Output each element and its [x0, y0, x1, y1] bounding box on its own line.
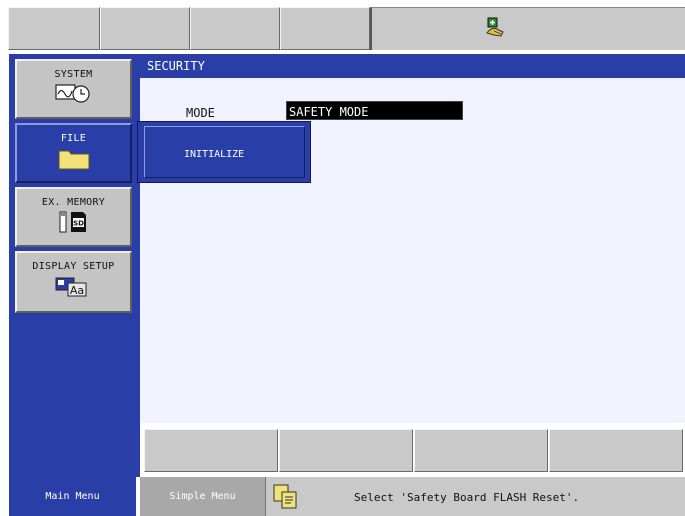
- sidebar-item-system[interactable]: SYSTEM: [15, 59, 132, 119]
- status-message: Select 'Safety Board FLASH Reset'.: [354, 491, 579, 504]
- folder-icon: [57, 147, 91, 171]
- sidebar-item-label: DISPLAY SETUP: [17, 261, 130, 272]
- top-button-2[interactable]: [100, 7, 190, 50]
- display-font-icon: Aa: [48, 274, 100, 300]
- sidebar-item-label: SYSTEM: [17, 69, 130, 80]
- sidebar-item-label: FILE: [17, 133, 130, 144]
- sd-card-icon: SD: [52, 210, 96, 234]
- system-clock-icon: [48, 82, 100, 104]
- function-key-4[interactable]: [549, 429, 683, 472]
- popup-item-initialize[interactable]: INITIALIZE: [144, 126, 305, 178]
- svg-text:Aa: Aa: [69, 284, 83, 297]
- mode-value: SAFETY MODE: [289, 105, 368, 119]
- top-button-4[interactable]: [280, 7, 370, 50]
- function-key-1[interactable]: [144, 429, 278, 472]
- content-area: SECURITY MODE SAFETY MODE: [140, 54, 685, 423]
- mode-label: MODE: [186, 106, 215, 120]
- popup-menu: INITIALIZE: [137, 121, 311, 183]
- robot-hand-icon: [484, 17, 506, 39]
- function-key-2[interactable]: [279, 429, 413, 472]
- title-bar: SECURITY: [140, 54, 685, 78]
- svg-text:SD: SD: [73, 220, 84, 228]
- copy-pages-icon: [271, 482, 301, 512]
- top-bar: [0, 0, 685, 54]
- sidebar: SYSTEM FILE EX. MEMORY SD DISPLAY SETUP: [9, 54, 140, 477]
- top-button-3[interactable]: [190, 7, 280, 50]
- sidebar-item-ex-memory[interactable]: EX. MEMORY SD: [15, 187, 132, 247]
- sidebar-item-display-setup[interactable]: DISPLAY SETUP Aa: [15, 251, 132, 313]
- simple-menu-button[interactable]: Simple Menu: [140, 477, 265, 516]
- status-area: [370, 7, 685, 50]
- function-key-bar: [140, 423, 685, 477]
- popup-item-label: INITIALIZE: [184, 149, 244, 160]
- sidebar-item-label: EX. MEMORY: [17, 197, 130, 208]
- top-button-1[interactable]: [8, 7, 100, 50]
- sidebar-item-file[interactable]: FILE: [15, 123, 132, 183]
- bottom-bar: Main Menu Simple Menu Select 'Safety Boa…: [0, 477, 685, 516]
- function-key-3[interactable]: [414, 429, 548, 472]
- main-menu-button[interactable]: Main Menu: [9, 477, 136, 516]
- page-title: SECURITY: [147, 59, 205, 73]
- mode-value-field[interactable]: SAFETY MODE: [286, 101, 463, 120]
- message-area: Select 'Safety Board FLASH Reset'.: [265, 477, 685, 516]
